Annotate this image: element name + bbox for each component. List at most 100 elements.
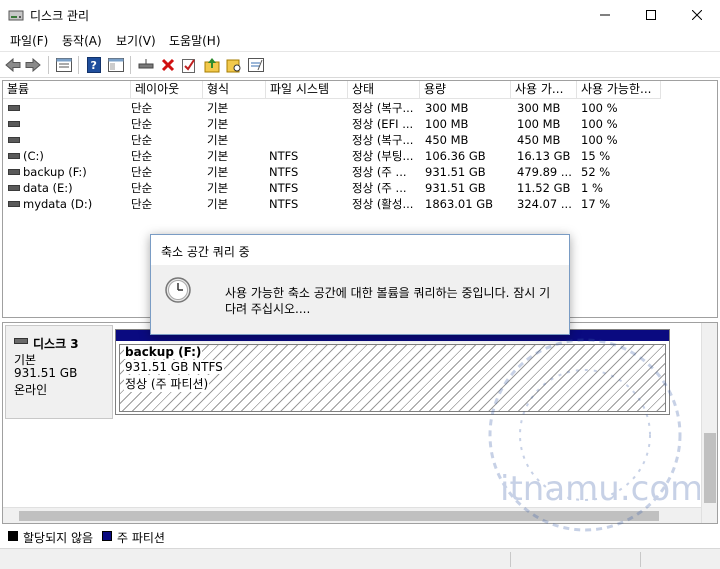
legend-swatch-unallocated [8, 531, 18, 541]
table-row[interactable]: backup (F:) 단순 기본 NTFS 정상 (주 ... 931.51 GB 479… [3, 164, 717, 180]
menu-view[interactable]: 보기(V) [116, 32, 156, 49]
column-header-layout[interactable]: 레이아웃 [131, 81, 203, 99]
volume-name: (C:) [23, 149, 44, 163]
maximize-icon [646, 10, 656, 20]
free-percent-cell: 100 % [581, 133, 618, 147]
free-space-cell: 16.13 GB [517, 149, 571, 163]
menu-help[interactable]: 도움말(H) [169, 32, 221, 49]
legend-label-primary: 주 파티션 [117, 531, 165, 545]
console-tree-icon [108, 58, 124, 72]
filesystem-cell [269, 116, 347, 132]
filesystem-cell: NTFS [269, 149, 299, 163]
free-percent-cell: 15 % [581, 149, 611, 163]
check-button[interactable] [180, 56, 198, 74]
horizontal-scrollbar[interactable] [3, 507, 701, 523]
column-header-type[interactable]: 형식 [203, 81, 266, 99]
volume-name: data (E:) [23, 181, 73, 195]
volume-name [23, 132, 129, 148]
partition-body[interactable]: backup (F:) 931.51 GB NTFS 정상 (주 파티션) [119, 344, 666, 412]
filesystem-cell [269, 100, 347, 116]
partition-size-fs: 931.51 GB NTFS [124, 360, 224, 374]
status-cell: 정상 (주 ... [352, 165, 407, 179]
volume-disk-icon [8, 201, 20, 207]
delete-icon [161, 58, 175, 72]
vertical-scrollbar[interactable] [701, 323, 717, 523]
type-cell: 기본 [207, 149, 229, 163]
table-row[interactable]: 단순 기본 정상 (복구... 300 MB 300 MB 100 % [3, 100, 717, 116]
toolbar-separator [48, 56, 49, 74]
column-header-filesystem[interactable]: 파일 시스템 [266, 81, 348, 99]
status-cell: 정상 (복구... [352, 101, 414, 115]
dialog-message-line: 다려 주십시오.... [225, 302, 311, 316]
volume-disk-icon [8, 169, 20, 175]
dialog-body: 사용 가능한 축소 공간에 대한 볼륨을 쿼리하는 중입니다. 잠시 기 다려 … [151, 265, 569, 334]
title-bar: 디스크 관리 [0, 0, 720, 30]
partition-status: 정상 (주 파티션) [124, 375, 210, 392]
maximize-button[interactable] [628, 0, 674, 30]
forward-button[interactable] [24, 56, 42, 74]
edit-button[interactable] [247, 56, 265, 74]
layout-cell: 단순 [131, 165, 153, 179]
table-row[interactable]: mydata (D:) 단순 기본 NTFS 정상 (활성... 1863.01 GB 32… [3, 196, 717, 212]
back-button[interactable] [4, 56, 22, 74]
column-header-free-percent[interactable]: 사용 가능한... [577, 81, 661, 99]
table-row[interactable]: 단순 기본 정상 (EFI ... 100 MB 100 MB 100 % [3, 116, 717, 132]
filesystem-cell: NTFS [269, 197, 299, 211]
table-row[interactable]: data (E:) 단순 기본 NTFS 정상 (주 ... 931.51 GB 11.52… [3, 180, 717, 196]
minimize-button[interactable] [582, 0, 628, 30]
legend-swatch-primary [102, 531, 112, 541]
column-header-status[interactable]: 상태 [348, 81, 420, 99]
scrollbar-thumb[interactable] [704, 433, 716, 503]
querying-shrink-dialog[interactable]: 축소 공간 쿼리 중 사용 가능한 축소 공간에 대한 볼륨을 쿼리하는 중입니… [150, 234, 570, 335]
free-space-cell: 324.07 ... [517, 197, 572, 211]
free-space-cell: 11.52 GB [517, 181, 571, 195]
disk-icon [14, 338, 28, 344]
console-tree-button[interactable] [107, 56, 125, 74]
scrollbar-thumb[interactable] [19, 511, 659, 521]
volume-disk-icon [8, 185, 20, 191]
column-header-free-space[interactable]: 사용 가... [511, 81, 577, 99]
free-percent-cell: 100 % [581, 117, 618, 131]
status-bar [0, 548, 720, 569]
help-button[interactable]: ? [85, 56, 103, 74]
delete-button[interactable] [159, 56, 177, 74]
toolbar-separator [130, 56, 131, 74]
free-space-cell: 300 MB [517, 101, 561, 115]
type-cell: 기본 [207, 133, 229, 147]
column-header-volume[interactable]: 볼륨 [3, 81, 131, 99]
disk-state: 온라인 [14, 383, 48, 397]
status-cell: 정상 (복구... [352, 133, 414, 147]
free-space-cell: 479.89 ... [517, 165, 572, 179]
table-row[interactable]: 단순 기본 정상 (복구... 450 MB 450 MB 100 % [3, 132, 717, 148]
folder-up-button[interactable] [203, 56, 221, 74]
column-header-capacity[interactable]: 용량 [420, 81, 511, 99]
edit-icon [248, 58, 264, 72]
volume-name [23, 100, 129, 116]
forward-arrow-icon [25, 58, 41, 72]
table-row[interactable]: (C:) 단순 기본 NTFS 정상 (부팅... 106.36 GB 16.13 GB 15… [3, 148, 717, 164]
menu-action[interactable]: 동작(A) [62, 32, 102, 49]
status-cell: 정상 (주 ... [352, 181, 407, 195]
filesystem-cell: NTFS [269, 181, 299, 195]
status-cell: 정상 (부팅... [352, 149, 414, 163]
free-space-cell: 450 MB [517, 133, 561, 147]
menu-file[interactable]: 파일(F) [10, 32, 48, 49]
partition-name: backup (F:) [124, 345, 203, 359]
close-button[interactable] [674, 0, 720, 30]
disk-size: 931.51 GB [14, 366, 78, 380]
layout-cell: 단순 [131, 149, 153, 163]
folder-search-button[interactable] [225, 56, 243, 74]
disk-graph-pane: 디스크 3 기본 931.51 GB 온라인 backup (F:) 931.5… [2, 322, 718, 524]
type-cell: 기본 [207, 101, 229, 115]
type-cell: 기본 [207, 181, 229, 195]
volume-disk-icon [8, 121, 20, 127]
capacity-cell: 300 MB [425, 101, 469, 115]
disk-name: 디스크 3 [33, 337, 79, 351]
properties-list-button[interactable] [55, 56, 73, 74]
layout-cell: 단순 [131, 197, 153, 211]
partition-box[interactable]: backup (F:) 931.51 GB NTFS 정상 (주 파티션) [115, 329, 670, 415]
connect-disk-button[interactable] [137, 56, 155, 74]
disk-info-box[interactable]: 디스크 3 기본 931.51 GB 온라인 [5, 325, 113, 419]
clock-icon [165, 277, 191, 303]
dialog-message-line: 사용 가능한 축소 공간에 대한 볼륨을 쿼리하는 중입니다. 잠시 기 [225, 286, 551, 300]
